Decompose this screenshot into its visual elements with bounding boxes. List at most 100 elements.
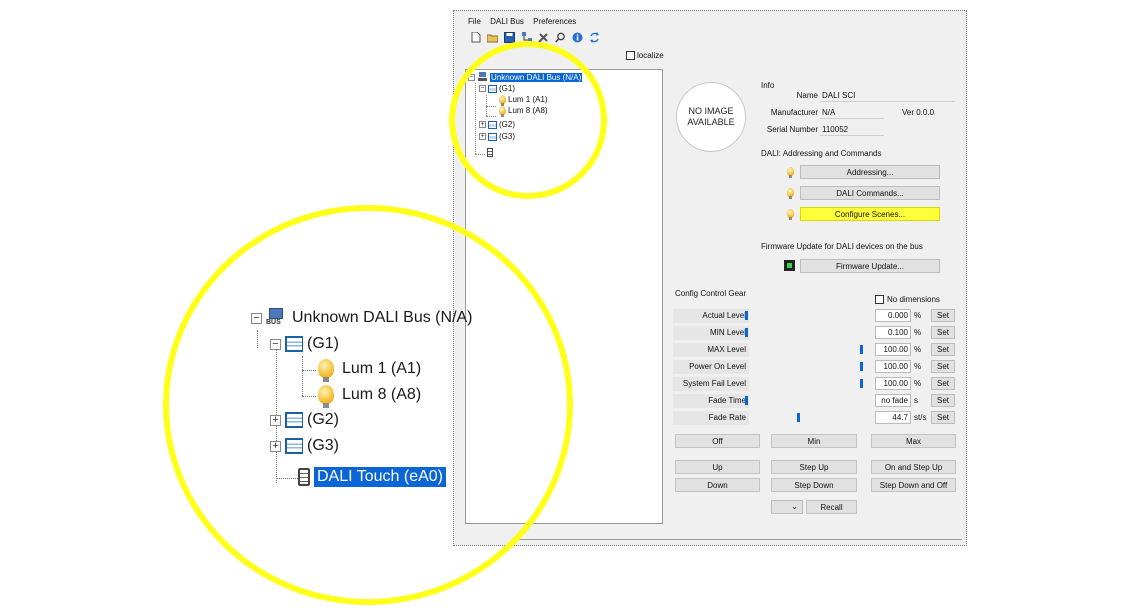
localize-option[interactable]: localize (626, 51, 664, 60)
bus-icon (266, 308, 288, 328)
menu-dali-bus[interactable]: DALI Bus (490, 17, 524, 26)
config-value-field[interactable]: 0.000 (875, 309, 911, 322)
highlight-circle-large (163, 205, 573, 605)
menu-file[interactable]: File (468, 17, 481, 26)
lightbulb-icon (318, 359, 334, 382)
divider (820, 135, 884, 136)
up-button[interactable]: Up (675, 460, 760, 474)
off-button[interactable]: Off (675, 434, 760, 448)
localize-checkbox[interactable] (626, 51, 635, 60)
addressing-button[interactable]: Addressing... (800, 165, 940, 179)
zoom-node-lum1[interactable]: Lum 1 (A1) (318, 359, 421, 382)
zoom-node-touch[interactable]: DALI Touch (eA0) (298, 467, 446, 487)
search-icon[interactable] (555, 32, 566, 43)
zoom-node-lum8[interactable]: Lum 8 (A8) (318, 385, 422, 408)
zoom-node-g1[interactable]: − (G1) (270, 335, 339, 353)
menu-preferences[interactable]: Preferences (533, 17, 576, 26)
lightbulb-icon (787, 209, 794, 220)
zoom-label-g2: (G2) (307, 411, 339, 428)
level-slider-thumb[interactable] (796, 413, 800, 422)
zoom-node-g2[interactable]: + (G2) (270, 411, 339, 429)
set-button[interactable]: Set (931, 326, 955, 339)
no-dimensions-option[interactable]: No dimensions (875, 295, 940, 304)
set-button[interactable]: Set (931, 343, 955, 356)
highlight-circle-small (449, 41, 607, 199)
expand-icon[interactable]: + (270, 440, 281, 452)
info-heading: Info (761, 81, 775, 90)
max-button[interactable]: Max (871, 434, 956, 448)
config-row-label: MIN Level (673, 326, 749, 340)
version-value: Ver 0.0.0 (902, 108, 935, 117)
config-value-field[interactable]: no fade (875, 394, 911, 407)
serial-label: Serial Number (766, 125, 818, 134)
config-value-field[interactable]: 44.7 (875, 411, 911, 424)
manufacturer-value: N/A (822, 108, 836, 117)
zoom-label-g3: (G3) (307, 437, 339, 454)
level-slider-thumb[interactable] (745, 396, 748, 405)
set-button[interactable]: Set (931, 394, 955, 407)
group-icon (285, 336, 303, 352)
new-icon[interactable] (470, 32, 481, 43)
dali-heading: DALI: Addressing and Commands (761, 149, 882, 158)
min-button[interactable]: Min (771, 434, 857, 448)
manufacturer-label: Manufacturer (770, 108, 818, 117)
zoom-label-touch: DALI Touch (eA0) (314, 467, 446, 487)
config-value-field[interactable]: 0.100 (875, 326, 911, 339)
dali-commands-button[interactable]: DALI Commands... (800, 186, 940, 200)
config-row-label: Fade Rate (673, 411, 749, 425)
on-and-step-up-button[interactable]: On and Step Up (871, 460, 956, 474)
info-icon[interactable] (572, 32, 583, 43)
config-row-label: Actual Level (673, 309, 749, 323)
config-value-field[interactable]: 100.00 (875, 377, 911, 390)
step-down-button[interactable]: Step Down (771, 478, 857, 492)
zoom-label-lum8: Lum 8 (A8) (342, 385, 422, 403)
level-slider-thumb[interactable] (745, 311, 748, 320)
touch-panel-icon (298, 468, 310, 486)
lightbulb-icon (318, 385, 334, 408)
divider (820, 118, 884, 119)
refresh-icon[interactable] (589, 32, 600, 43)
config-unit: s (914, 396, 918, 405)
firmware-update-button[interactable]: Firmware Update... (800, 259, 940, 273)
chevron-down-icon: ⌄ (791, 502, 798, 511)
divider (512, 539, 962, 540)
serial-value: 110052 (822, 125, 849, 134)
config-value-field[interactable]: 100.00 (875, 360, 911, 373)
divider (820, 101, 955, 102)
level-slider-thumb[interactable] (745, 328, 748, 337)
config-row-label: Power On Level (673, 360, 749, 374)
config-row-label: MAX Level (673, 343, 749, 357)
step-up-button[interactable]: Step Up (771, 460, 857, 474)
down-button[interactable]: Down (675, 478, 760, 492)
config-unit: st/s (914, 413, 927, 422)
config-unit: % (914, 362, 922, 371)
level-slider-thumb[interactable] (860, 379, 863, 388)
config-heading: Config Control Gear (675, 289, 747, 298)
set-button[interactable]: Set (931, 360, 955, 373)
zoom-node-bus[interactable]: − Unknown DALI Bus (N/A) (251, 308, 473, 328)
collapse-icon[interactable]: − (270, 338, 281, 350)
set-button[interactable]: Set (931, 377, 955, 390)
no-dimensions-checkbox[interactable] (875, 295, 884, 304)
collapse-icon[interactable]: − (251, 312, 262, 324)
zoom-node-g3[interactable]: + (G3) (270, 437, 339, 455)
config-unit: % (914, 345, 922, 354)
open-icon[interactable] (487, 32, 498, 43)
level-slider-thumb[interactable] (860, 345, 863, 354)
lightbulb-icon (787, 188, 794, 199)
group-icon (285, 438, 303, 454)
tree-connector (302, 396, 316, 397)
expand-icon[interactable]: + (270, 414, 281, 426)
scene-dropdown[interactable]: ⌄ (771, 500, 803, 514)
zoom-label-g1: (G1) (307, 335, 339, 352)
tree-connector (302, 356, 303, 396)
config-value-field[interactable]: 100.00 (875, 343, 911, 356)
step-down-and-off-button[interactable]: Step Down and Off (871, 478, 956, 492)
set-button[interactable]: Set (931, 411, 955, 424)
set-button[interactable]: Set (931, 309, 955, 322)
name-value: DALI SCI (822, 91, 856, 100)
level-slider-thumb[interactable] (860, 362, 863, 371)
recall-button[interactable]: Recall (806, 500, 857, 514)
configure-scenes-button[interactable]: Configure Scenes... (800, 207, 940, 221)
config-unit: % (914, 328, 922, 337)
